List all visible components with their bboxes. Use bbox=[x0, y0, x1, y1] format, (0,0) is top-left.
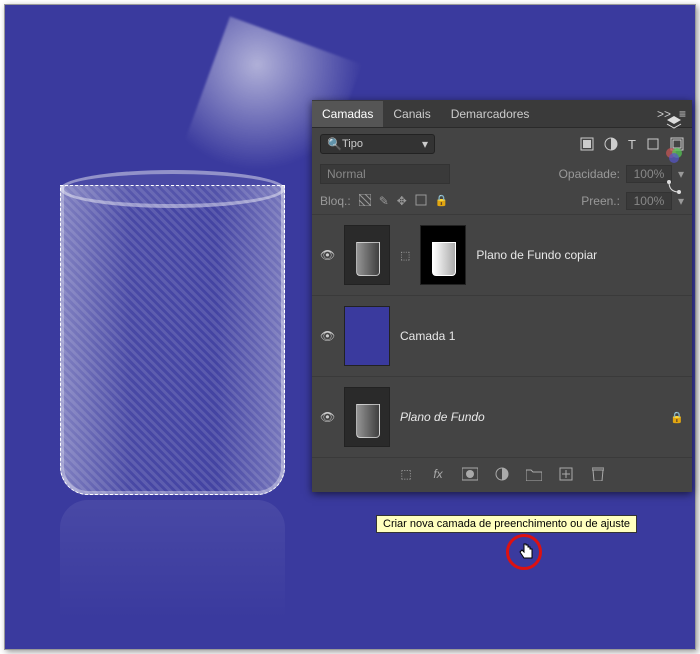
visibility-toggle[interactable]: 👁 bbox=[320, 410, 334, 424]
fill-label: Preen.: bbox=[581, 194, 620, 208]
add-mask-icon[interactable] bbox=[462, 466, 478, 482]
layer-name[interactable]: Camada 1 bbox=[400, 329, 455, 343]
layers-list: 👁 ⬚ Plano de Fundo copiar 👁 Camada 1 👁 P… bbox=[312, 214, 692, 457]
layer-mask-thumbnail[interactable] bbox=[420, 225, 466, 285]
lock-artboard-icon[interactable] bbox=[415, 194, 427, 208]
layer-name[interactable]: Plano de Fundo copiar bbox=[476, 248, 597, 262]
filter-type-dropdown[interactable]: 🔍 Tipo ▾ bbox=[320, 134, 435, 154]
tab-paths[interactable]: Demarcadores bbox=[441, 101, 540, 127]
lock-all-icon[interactable]: 🔒 bbox=[435, 194, 449, 208]
side-rail bbox=[660, 108, 688, 196]
channels-rail-icon[interactable] bbox=[665, 146, 683, 164]
new-adjustment-layer-icon[interactable] bbox=[494, 466, 510, 482]
panel-tabs: Camadas Canais Demarcadores >> ≡ bbox=[312, 100, 692, 128]
layer-thumbnail[interactable] bbox=[344, 306, 390, 366]
filter-adjustment-icon[interactable] bbox=[604, 137, 618, 152]
new-group-icon[interactable] bbox=[526, 466, 542, 482]
layer-thumbnail[interactable] bbox=[344, 225, 390, 285]
layer-thumbnail[interactable] bbox=[344, 387, 390, 447]
filter-type-icon[interactable]: T bbox=[628, 137, 636, 152]
layer-row[interactable]: 👁 Camada 1 bbox=[312, 295, 692, 376]
filter-pixel-icon[interactable] bbox=[580, 137, 594, 152]
new-layer-icon[interactable] bbox=[558, 466, 574, 482]
filter-label: Tipo bbox=[342, 138, 422, 150]
lock-transparency-icon[interactable] bbox=[359, 194, 371, 208]
layer-name[interactable]: Plano de Fundo bbox=[400, 410, 485, 424]
visibility-toggle[interactable]: 👁 bbox=[320, 329, 334, 343]
fill-scrub-icon[interactable]: ▾ bbox=[678, 194, 684, 208]
opacity-label: Opacidade: bbox=[559, 167, 620, 181]
lock-pixels-icon[interactable]: ✎ bbox=[379, 194, 389, 208]
layer-row[interactable]: 👁 Plano de Fundo 🔒 bbox=[312, 376, 692, 457]
paths-rail-icon[interactable] bbox=[665, 178, 683, 196]
layer-row[interactable]: 👁 ⬚ Plano de Fundo copiar bbox=[312, 214, 692, 295]
link-layers-icon[interactable]: ⬚ bbox=[398, 466, 414, 482]
delete-layer-icon[interactable] bbox=[590, 466, 606, 482]
glass-reflection bbox=[60, 500, 285, 620]
visibility-toggle[interactable]: 👁 bbox=[320, 248, 334, 262]
layer-fx-icon[interactable]: fx bbox=[430, 466, 446, 482]
lock-label: Bloq.: bbox=[320, 194, 351, 208]
layers-rail-icon[interactable] bbox=[665, 114, 683, 132]
marching-ants-selection bbox=[60, 185, 285, 495]
lock-position-icon[interactable]: ✥ bbox=[397, 194, 407, 208]
panel-footer: ⬚ fx bbox=[312, 457, 692, 492]
tooltip: Criar nova camada de preenchimento ou de… bbox=[376, 515, 637, 533]
layers-panel: Camadas Canais Demarcadores >> ≡ 🔍 Tipo … bbox=[312, 100, 692, 492]
tab-channels[interactable]: Canais bbox=[383, 101, 440, 127]
chevron-down-icon: ▾ bbox=[422, 137, 428, 151]
lock-icon: 🔒 bbox=[670, 411, 684, 424]
tab-layers[interactable]: Camadas bbox=[312, 101, 383, 127]
blend-mode-select[interactable]: Normal bbox=[320, 164, 450, 184]
blend-row: Normal Opacidade: 100% ▾ bbox=[312, 160, 692, 188]
search-icon: 🔍 bbox=[327, 137, 342, 151]
filter-shape-icon[interactable] bbox=[646, 137, 660, 152]
mask-link-icon[interactable]: ⬚ bbox=[400, 249, 410, 262]
lock-row: Bloq.: ✎ ✥ 🔒 Preen.: 100% ▾ bbox=[312, 188, 692, 214]
filter-row: 🔍 Tipo ▾ T bbox=[312, 128, 692, 160]
cursor-pointer-icon bbox=[518, 542, 536, 560]
